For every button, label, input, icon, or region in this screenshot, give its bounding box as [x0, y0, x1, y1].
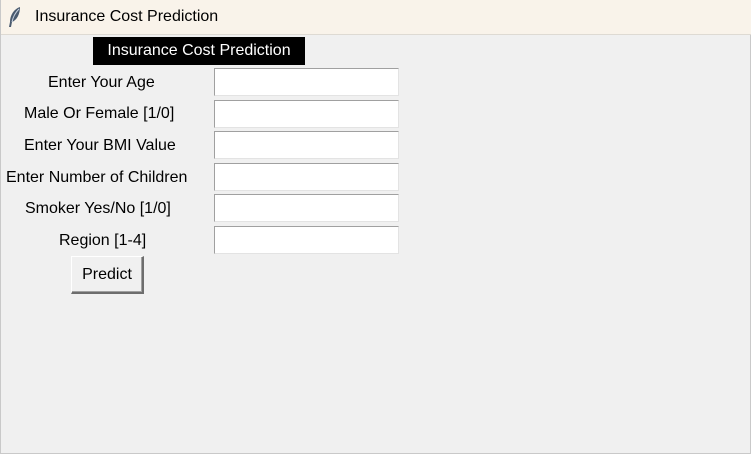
window-title: Insurance Cost Prediction	[35, 8, 219, 25]
gender-input[interactable]	[214, 100, 399, 128]
feather-icon	[7, 6, 23, 28]
app-window: Insurance Cost Prediction Insurance Cost…	[0, 0, 751, 454]
title-bar[interactable]: Insurance Cost Prediction	[1, 0, 751, 35]
children-label: Enter Number of Children	[6, 169, 188, 186]
gender-label: Male Or Female [1/0]	[24, 105, 175, 122]
smoker-label: Smoker Yes/No [1/0]	[25, 200, 171, 217]
region-input[interactable]	[214, 226, 399, 254]
bmi-label: Enter Your BMI Value	[24, 137, 176, 154]
predict-button[interactable]: Predict	[71, 256, 144, 294]
bmi-input[interactable]	[214, 131, 399, 159]
age-input[interactable]	[214, 68, 399, 96]
children-input[interactable]	[214, 163, 399, 191]
region-label: Region [1-4]	[59, 232, 147, 249]
smoker-input[interactable]	[214, 194, 399, 222]
age-label: Enter Your Age	[48, 74, 155, 91]
form-heading: Insurance Cost Prediction	[93, 37, 305, 65]
